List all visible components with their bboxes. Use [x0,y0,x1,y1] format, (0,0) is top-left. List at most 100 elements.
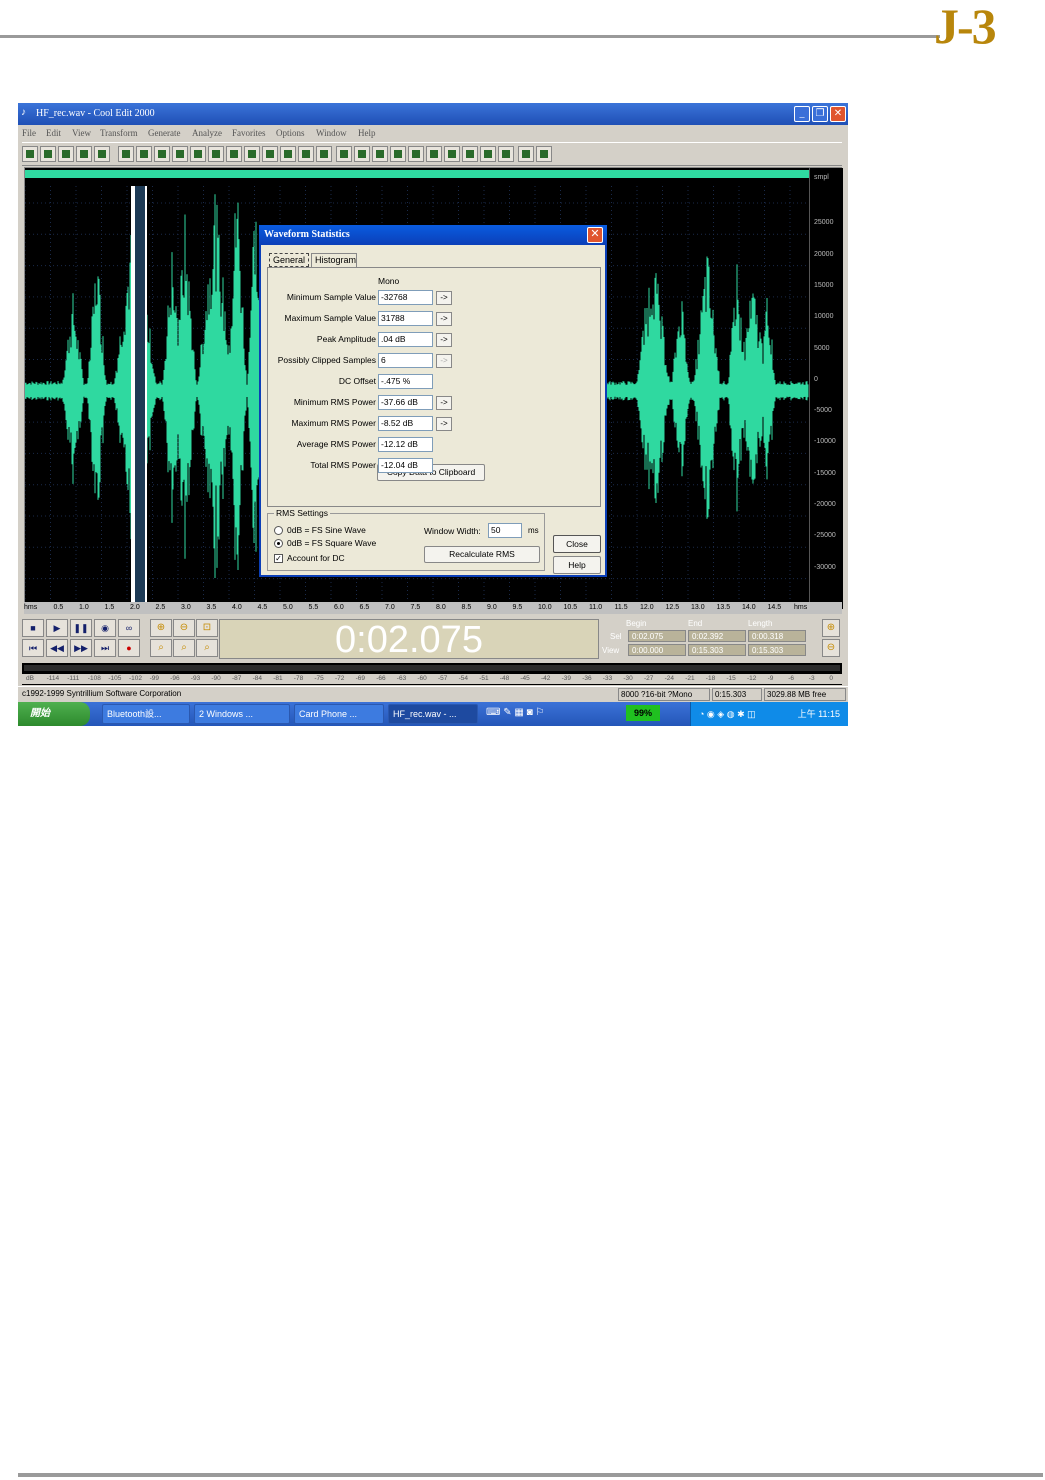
menu-item-options[interactable]: Options [276,128,305,138]
square-wave-radio[interactable] [274,539,283,548]
toolbar-button-icon[interactable] [94,146,110,162]
recalculate-rms-button[interactable]: Recalculate RMS [424,546,540,563]
toolbar-button-icon[interactable] [390,146,406,162]
close-window-button[interactable]: ✕ [830,106,846,122]
zoom-full-icon[interactable]: ⊡ [196,619,218,637]
fast-forward-button[interactable]: ▶▶ [70,639,92,657]
task-windows[interactable]: 2 Windows ... [194,704,290,724]
toolbar-button-icon[interactable] [136,146,152,162]
menu-item-view[interactable]: View [72,128,91,138]
toolbar-button-icon[interactable] [408,146,424,162]
zoom-selection-icon[interactable]: ⌕ [150,639,172,657]
toolbar-button-icon[interactable] [280,146,296,162]
play-to-end-button[interactable]: ◉ [94,619,116,637]
zoom-out-icon[interactable]: ⊖ [173,619,195,637]
toolbar-button-icon[interactable] [426,146,442,162]
menu-item-analyze[interactable]: Analyze [192,128,222,138]
vertical-zoom-out-icon[interactable]: ⊖ [822,639,840,657]
menu-item-favorites[interactable]: Favorites [232,128,266,138]
play-button[interactable]: ▶ [46,619,68,637]
menu-item-transform[interactable]: Transform [100,128,138,138]
toolbar-button-icon[interactable] [154,146,170,162]
stat-row: Peak Amplitude .04 dB -> [268,332,602,348]
tray-icons[interactable]: ◔ ◉ ◈ ◍ ✱ ◫ [699,702,756,726]
dialog-close-icon[interactable]: ✕ [587,227,603,243]
menu-item-window[interactable]: Window [316,128,347,138]
toolbar-button-icon[interactable] [462,146,478,162]
app-icon: ♪ [21,107,26,118]
menu-item-file[interactable]: File [22,128,36,138]
window-width-input[interactable]: 50 [488,523,522,538]
sel-begin-field[interactable]: 0:02.075 [628,630,686,642]
go-to-end-button[interactable]: ⏭ [94,639,116,657]
zoom-left-icon[interactable]: ⌕ [173,639,195,657]
toolbar-button-icon[interactable] [118,146,134,162]
length-header: Length [748,619,773,628]
toolbar-button-icon[interactable] [480,146,496,162]
toolbar-button-icon[interactable] [372,146,388,162]
toolbar-button-icon[interactable] [316,146,332,162]
sel-end-field[interactable]: 0:02.392 [688,630,746,642]
account-dc-checkbox[interactable]: ✓ [274,554,283,563]
toolbar-button-icon[interactable] [354,146,370,162]
toolbar-button-icon[interactable] [76,146,92,162]
tab-histogram[interactable]: Histogram [311,253,357,267]
go-to-value-button[interactable]: -> [436,312,452,326]
loop-button[interactable]: ∞ [118,619,140,637]
toolbar-button-icon[interactable] [244,146,260,162]
sel-length-field[interactable]: 0:00.318 [748,630,806,642]
waveform-statistics-dialog: Waveform Statistics ✕ General Histogram … [259,225,607,577]
time-tick: 8.5 [461,604,472,611]
toolbar-button-icon[interactable] [518,146,534,162]
start-button[interactable]: 開始 [18,702,90,726]
toolbar-button-icon[interactable] [262,146,278,162]
go-to-value-button[interactable]: -> [436,396,452,410]
task-bluetooth[interactable]: Bluetooth設... [102,704,190,724]
record-button[interactable]: ● [118,639,140,657]
stop-button[interactable]: ■ [22,619,44,637]
toolbar-button-icon[interactable] [58,146,74,162]
restore-button[interactable]: ❐ [812,106,828,122]
toolbar-button-icon[interactable] [40,146,56,162]
go-to-value-button[interactable]: -> [436,354,452,368]
stat-value: 6 [378,353,433,368]
pause-button[interactable]: ❚❚ [70,619,92,637]
toolbar-button-icon[interactable] [336,146,352,162]
toolbar-button-icon[interactable] [444,146,460,162]
overview-bar[interactable] [25,170,809,178]
task-card-phone[interactable]: Card Phone ... [294,704,384,724]
zoom-in-icon[interactable]: ⊕ [150,619,172,637]
task-cool-edit[interactable]: HF_rec.wav - ... [388,704,478,724]
vertical-zoom-in-icon[interactable]: ⊕ [822,619,840,637]
zoom-right-icon[interactable]: ⌕ [196,639,218,657]
go-to-value-button[interactable]: -> [436,291,452,305]
toolbar-button-icon[interactable] [208,146,224,162]
time-tick: 7.0 [385,604,395,611]
meter-tick: -42 [541,675,551,682]
dialog-help-button[interactable]: Help [553,556,601,574]
tab-general[interactable]: General [269,253,309,267]
menu-item-edit[interactable]: Edit [46,128,61,138]
rewind-button[interactable]: ◀◀ [46,639,68,657]
quicklaunch-icons[interactable]: ⌨ ✎ ▦ ◙ ⚐ [486,707,544,718]
menu-item-generate[interactable]: Generate [148,128,180,138]
toolbar-button-icon[interactable] [298,146,314,162]
view-length-field[interactable]: 0:15.303 [748,644,806,656]
go-to-value-button[interactable]: -> [436,333,452,347]
view-begin-field[interactable]: 0:00.000 [628,644,686,656]
go-to-start-button[interactable]: ⏮ [22,639,44,657]
minimize-button[interactable]: _ [794,106,810,122]
dialog-close-button[interactable]: Close [553,535,601,553]
view-end-field[interactable]: 0:15.303 [688,644,746,656]
toolbar-button-icon[interactable] [536,146,552,162]
toolbar-button-icon[interactable] [498,146,514,162]
go-to-value-button[interactable]: -> [436,417,452,431]
toolbar-button-icon[interactable] [226,146,242,162]
meter-tick: -30 [623,675,633,682]
sine-wave-radio[interactable] [274,526,283,535]
toolbar-button-icon[interactable] [172,146,188,162]
menu-item-help[interactable]: Help [358,128,376,138]
toolbar-button-icon[interactable] [190,146,206,162]
stat-row: Possibly Clipped Samples 6 -> [268,353,602,369]
toolbar-button-icon[interactable] [22,146,38,162]
